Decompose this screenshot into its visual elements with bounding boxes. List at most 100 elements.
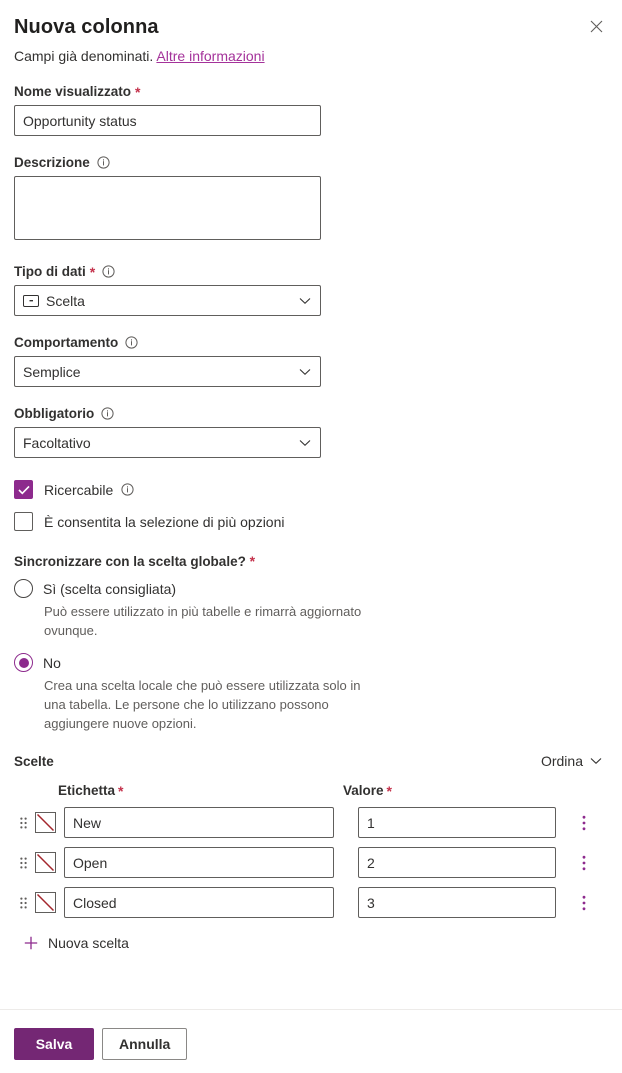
radio-description-yes: Può essere utilizzato in più tabelle e r… bbox=[44, 604, 362, 638]
sort-label: Ordina bbox=[540, 753, 583, 769]
panel-header: Nuova colonna Campi già denominati. Altr… bbox=[0, 0, 622, 65]
checkbox-box bbox=[14, 480, 33, 499]
plus-icon bbox=[24, 936, 38, 950]
footer-divider bbox=[0, 1009, 622, 1010]
chevron-down-icon bbox=[299, 368, 311, 376]
choice-label-input[interactable] bbox=[64, 887, 334, 918]
checkbox-box bbox=[14, 512, 33, 531]
column-header-value-text: Valore bbox=[343, 783, 384, 798]
description-label-text: Descrizione bbox=[14, 155, 90, 170]
sort-dropdown[interactable]: Ordina bbox=[541, 753, 608, 769]
choices-header: Scelte Ordina bbox=[14, 753, 608, 769]
add-new-choice-button[interactable]: Nuova scelta bbox=[24, 935, 608, 951]
info-icon[interactable] bbox=[101, 407, 114, 420]
column-header-label-text: Etichetta bbox=[58, 783, 116, 798]
required-asterisk: * bbox=[118, 782, 124, 799]
choices-column-headers: Etichetta * Valore * bbox=[14, 783, 608, 798]
radio-label: No bbox=[43, 654, 61, 671]
choice-value-input[interactable] bbox=[358, 847, 556, 878]
sync-global-choice-group: Sincronizzare con la scelta globale? * S… bbox=[14, 553, 608, 733]
new-column-panel: Nuova colonna Campi già denominati. Altr… bbox=[0, 0, 622, 1073]
radio-circle bbox=[14, 579, 33, 598]
radio-circle bbox=[14, 653, 33, 672]
data-type-label: Tipo di dati * bbox=[14, 263, 608, 280]
color-swatch-none-icon[interactable] bbox=[35, 852, 56, 873]
column-header-label: Etichetta * bbox=[58, 783, 343, 798]
drag-handle-icon[interactable] bbox=[14, 817, 32, 829]
page-title: Nuova colonna bbox=[14, 16, 159, 38]
field-behavior: Comportamento Semplice bbox=[14, 334, 608, 387]
choice-value-input[interactable] bbox=[358, 887, 556, 918]
required-asterisk: * bbox=[135, 83, 141, 100]
close-icon bbox=[590, 20, 603, 33]
checkbox-label: Ricercabile bbox=[44, 481, 134, 499]
data-type-dropdown[interactable]: Scelta bbox=[14, 285, 321, 316]
panel-footer: Salva Annulla bbox=[14, 1028, 188, 1060]
save-button[interactable]: Salva bbox=[14, 1028, 94, 1060]
required-level-value: Facoltativo bbox=[23, 434, 91, 451]
table-row bbox=[14, 887, 608, 918]
color-swatch-none-icon[interactable] bbox=[35, 812, 56, 833]
data-type-label-text: Tipo di dati bbox=[14, 264, 86, 279]
description-label: Descrizione bbox=[14, 154, 608, 171]
cancel-button[interactable]: Annulla bbox=[102, 1028, 188, 1060]
radio-description-no: Crea una scelta locale che può essere ut… bbox=[44, 678, 361, 731]
sync-group-label-text: Sincronizzare con la scelta globale? bbox=[14, 554, 246, 569]
column-header-value: Valore * bbox=[343, 783, 392, 798]
info-icon[interactable] bbox=[121, 483, 134, 496]
color-swatch-none-icon[interactable] bbox=[35, 892, 56, 913]
choice-value-input[interactable] bbox=[358, 807, 556, 838]
choices-section: Scelte Ordina Etichetta * Valore * New 1… bbox=[14, 753, 608, 951]
drag-handle-icon[interactable] bbox=[14, 897, 32, 909]
choices-title: Scelte bbox=[14, 753, 54, 769]
required-level-label-text: Obbligatorio bbox=[14, 406, 95, 421]
checkbox-label: È consentita la selezione di più opzioni bbox=[44, 513, 285, 530]
row-overflow-menu-icon[interactable] bbox=[572, 809, 596, 837]
display-name-label-text: Nome visualizzato bbox=[14, 84, 132, 99]
data-type-value: Scelta bbox=[46, 292, 85, 309]
behavior-value: Semplice bbox=[23, 363, 81, 380]
chevron-down-icon bbox=[299, 297, 311, 305]
learn-more-link[interactable]: Altre informazioni bbox=[156, 48, 264, 64]
required-asterisk: * bbox=[89, 263, 96, 280]
radio-option-yes[interactable]: Sì (scelta consigliata) bbox=[14, 579, 608, 598]
choice-label-input[interactable] bbox=[64, 847, 334, 878]
close-button[interactable] bbox=[580, 10, 612, 42]
radio-option-no[interactable]: No bbox=[14, 653, 608, 672]
behavior-label-text: Comportamento bbox=[14, 335, 119, 350]
checkbox-multiselect[interactable]: È consentita la selezione di più opzioni bbox=[14, 512, 608, 531]
row-overflow-menu-icon[interactable] bbox=[572, 849, 596, 877]
add-new-choice-label: Nuova scelta bbox=[48, 935, 129, 951]
choice-label-input[interactable] bbox=[64, 807, 334, 838]
behavior-label: Comportamento bbox=[14, 334, 608, 351]
panel-subtitle: Campi già denominati. Altre informazioni bbox=[14, 47, 606, 65]
drag-handle-icon[interactable] bbox=[14, 857, 32, 869]
panel-body: Nome visualizzato * Descrizione Tipo di … bbox=[0, 83, 622, 951]
behavior-dropdown[interactable]: Semplice bbox=[14, 356, 321, 387]
sync-group-label: Sincronizzare con la scelta globale? * bbox=[14, 553, 608, 570]
display-name-label: Nome visualizzato * bbox=[14, 83, 608, 100]
required-asterisk: * bbox=[386, 782, 392, 799]
info-icon[interactable] bbox=[97, 156, 110, 169]
description-textarea[interactable] bbox=[14, 176, 321, 240]
display-name-input[interactable] bbox=[14, 105, 321, 136]
field-data-type: Tipo di dati * Scelta bbox=[14, 263, 608, 316]
chevron-down-icon bbox=[299, 439, 311, 447]
required-asterisk: * bbox=[249, 553, 256, 569]
subtitle-text: Campi già denominati. bbox=[14, 48, 154, 64]
field-required-level: Obbligatorio Facoltativo bbox=[14, 405, 608, 458]
checkbox-label-text: Ricercabile bbox=[44, 481, 114, 498]
chevron-down-icon bbox=[590, 757, 602, 765]
table-row bbox=[14, 847, 608, 878]
required-level-dropdown[interactable]: Facoltativo bbox=[14, 427, 321, 458]
row-overflow-menu-icon[interactable] bbox=[572, 889, 596, 917]
field-display-name: Nome visualizzato * bbox=[14, 83, 608, 136]
field-description: Descrizione bbox=[14, 154, 608, 245]
required-level-label: Obbligatorio bbox=[14, 405, 608, 422]
table-row bbox=[14, 807, 608, 838]
info-icon[interactable] bbox=[102, 265, 115, 278]
radio-label: Sì (scelta consigliata) bbox=[43, 580, 177, 597]
choice-type-icon bbox=[23, 294, 39, 307]
checkbox-searchable[interactable]: Ricercabile bbox=[14, 480, 608, 499]
info-icon[interactable] bbox=[125, 336, 138, 349]
